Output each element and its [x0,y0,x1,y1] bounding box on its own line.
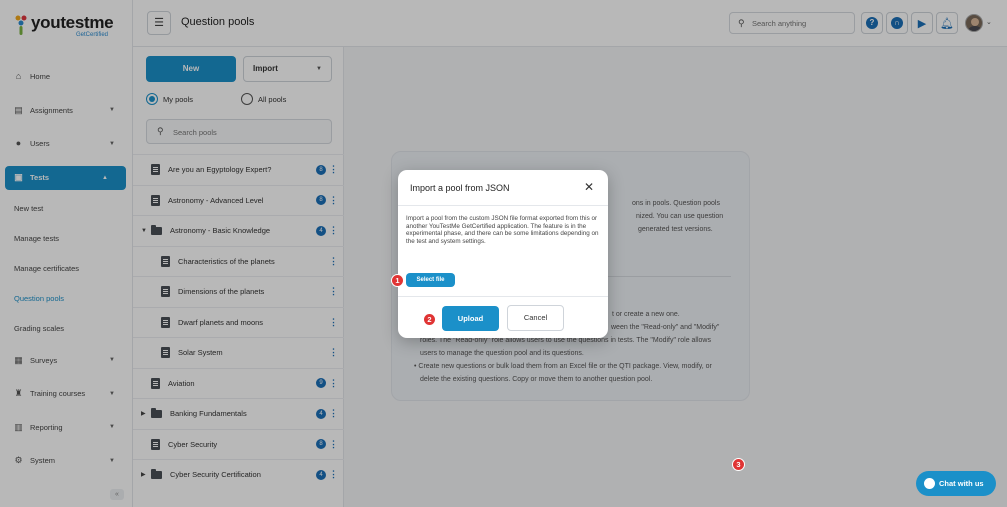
divider [398,296,608,297]
chat-label: Chat with us [939,479,984,488]
chat-bubble-icon [924,478,935,489]
close-icon[interactable]: ✕ [583,181,595,193]
step-marker-3: 3 [732,458,745,471]
cancel-button[interactable]: Cancel [507,305,564,331]
select-file-button[interactable]: Select file [406,273,455,287]
upload-button[interactable]: Upload [442,306,499,331]
chat-with-us-button[interactable]: Chat with us [916,471,996,496]
step-marker-2: 2 [423,313,436,326]
divider [398,205,608,206]
step-marker-1: 1 [391,274,404,287]
dialog-title: Import a pool from JSON [410,183,510,193]
dialog-description: Import a pool from the custom JSON file … [406,215,599,245]
